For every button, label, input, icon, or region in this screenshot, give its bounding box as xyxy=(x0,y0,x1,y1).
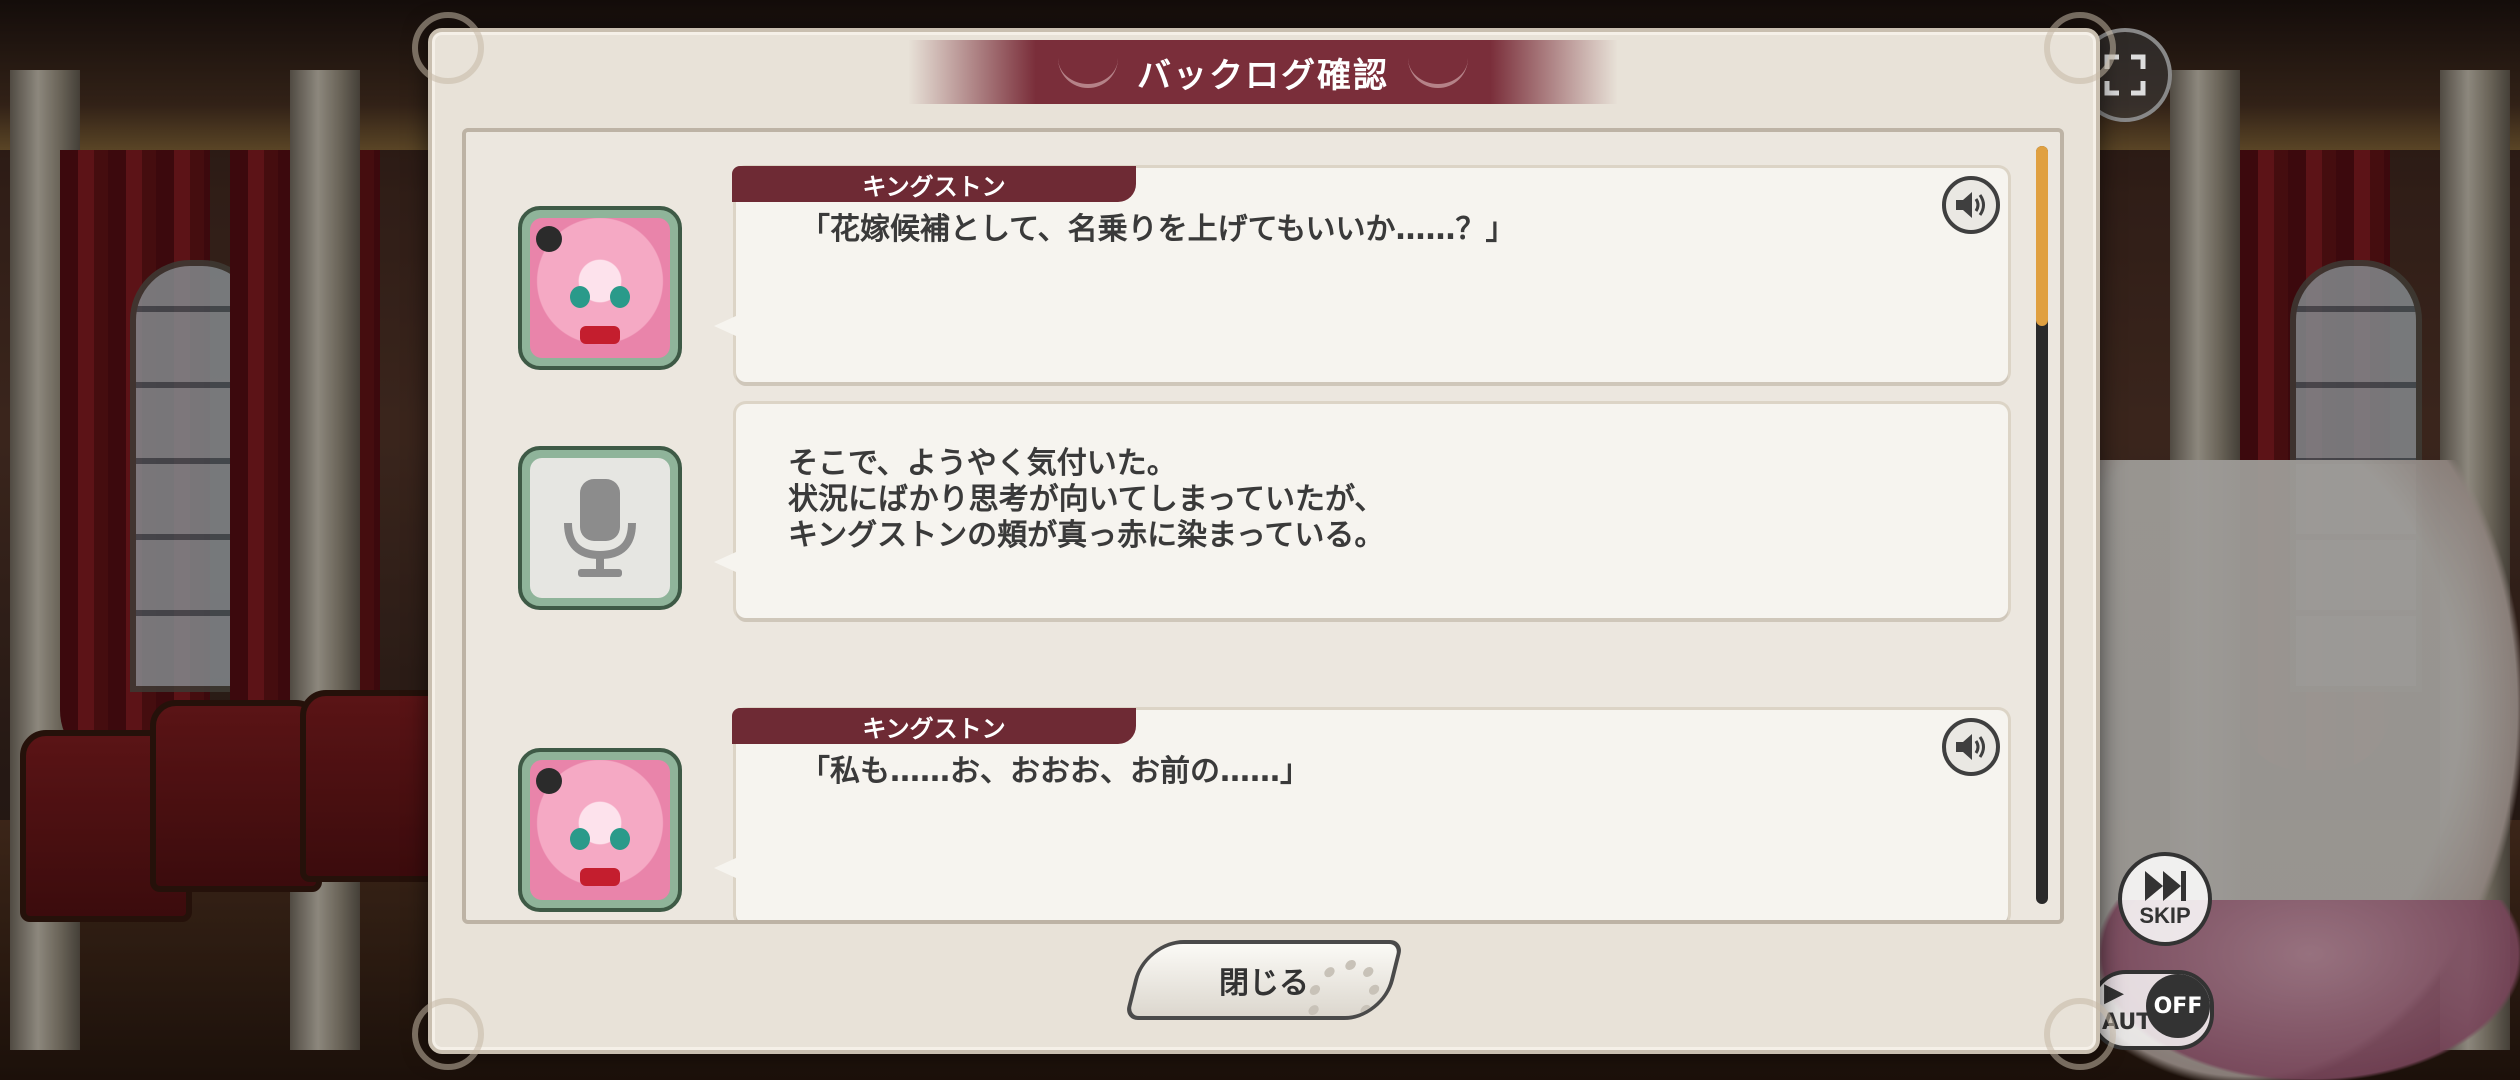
character-portrait xyxy=(530,760,670,900)
character-avatar xyxy=(518,748,682,912)
speaker-icon xyxy=(1956,192,1985,218)
dialogue-bubble: キングストン 「私も……お、おおお、お前の……」 xyxy=(714,708,2008,920)
narration-text: そこで、ようやく気付いた。 状況にばかり思考が向いてしまっていたが、 キングスト… xyxy=(788,446,1384,554)
backlog-list[interactable]: キングストン 「花嫁候補として、名乗りを上げてもいいか……？」 そこで、ようやく… xyxy=(462,128,2064,924)
fast-forward-icon xyxy=(2145,871,2186,901)
dialogue-text: 「私も……お、おおお、お前の……」 xyxy=(800,754,1310,789)
character-portrait xyxy=(530,218,670,358)
narration-line: キングストンの頬が真っ赤に染まっている。 xyxy=(788,518,1385,553)
backlog-entry: キングストン 「私も……お、おおお、お前の……」 xyxy=(466,708,2026,920)
backlog-entry: そこで、ようやく気付いた。 状況にばかり思考が向いてしまっていたが、 キングスト… xyxy=(466,404,2026,668)
backlog-entry: キングストン 「花嫁候補として、名乗りを上げてもいいか……？」 xyxy=(466,166,2026,398)
dialogue-text: 「花嫁候補として、名乗りを上げてもいいか……？」 xyxy=(800,212,1516,247)
close-button[interactable]: 閉じる xyxy=(1124,940,1404,1020)
corner-ornament xyxy=(2044,12,2116,84)
dialog-title-bar: バックログ確認 xyxy=(908,40,1618,104)
backlog-dialog: バックログ確認 キングストン 「花嫁候補として、名乗りを上げてもいいか……？」 xyxy=(412,12,2116,1070)
auto-state-knob: OFF xyxy=(2146,974,2210,1038)
corner-ornament xyxy=(412,998,484,1070)
corner-ornament xyxy=(2044,998,2116,1070)
close-label: 閉じる xyxy=(1219,966,1309,1001)
narration-line: 状況にばかり思考が向いてしまっていたが、 xyxy=(788,482,1385,517)
voice-replay-button[interactable] xyxy=(1942,718,2000,776)
speaker-name-tag: キングストン xyxy=(732,708,1136,744)
voice-replay-button[interactable] xyxy=(1942,176,2000,234)
skip-button[interactable]: SKIP xyxy=(2118,852,2212,946)
play-icon: ▶ xyxy=(2104,978,2124,1008)
scrollbar-thumb[interactable] xyxy=(2036,146,2048,326)
gear-icon xyxy=(1299,960,1387,1020)
corner-ornament xyxy=(412,12,484,84)
narration-avatar xyxy=(518,446,682,610)
narration-bubble: そこで、ようやく気付いた。 状況にばかり思考が向いてしまっていたが、 キングスト… xyxy=(714,404,2008,618)
narration-line: そこで、ようやく気付いた。 xyxy=(788,446,1177,481)
scrollbar[interactable] xyxy=(2036,146,2048,904)
dialogue-bubble: キングストン 「花嫁候補として、名乗りを上げてもいいか……？」 xyxy=(714,166,2008,382)
microphone-icon xyxy=(564,479,636,577)
skip-label: SKIP xyxy=(2139,903,2191,928)
speaker-icon xyxy=(1956,734,1985,760)
character-avatar xyxy=(518,206,682,370)
dialog-title: バックログ確認 xyxy=(1137,55,1389,96)
speaker-name-tag: キングストン xyxy=(732,166,1136,202)
